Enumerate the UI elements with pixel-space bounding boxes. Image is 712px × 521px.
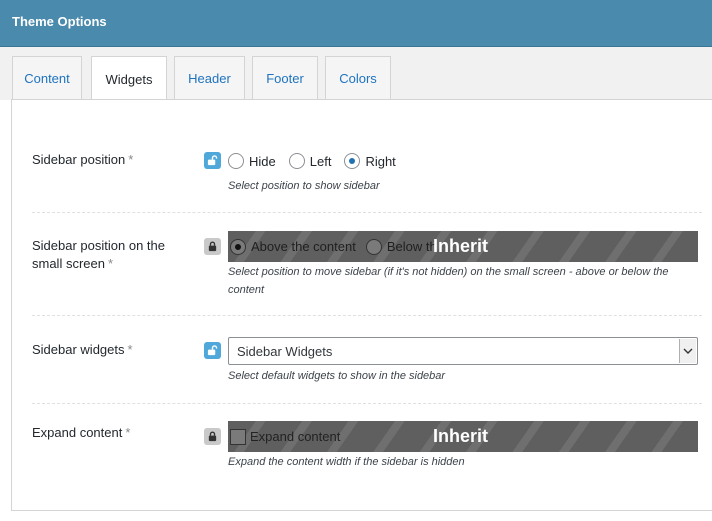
radio-label: Below th <box>386 239 437 254</box>
tabs-bar: Content Widgets Header Footer Colors <box>0 47 712 101</box>
expand-content-label: Expand content * <box>32 424 130 442</box>
tab-label: Colors <box>339 71 377 86</box>
sidebar-position-ss-radios: Above the content Below th <box>228 231 450 262</box>
inherit-overlay[interactable]: Expand content Inherit <box>228 421 698 452</box>
sidebar-position-label: Sidebar position * <box>32 151 133 169</box>
radio-label: Right <box>365 153 396 169</box>
title-bar: Theme Options <box>0 0 712 47</box>
sidebar-widgets-description: Select default widgets to show in the si… <box>228 370 446 382</box>
select-value: Sidebar Widgets <box>237 343 333 359</box>
label-line: Sidebar position on the <box>32 238 165 253</box>
sidebar-position-radios: Hide Left Right <box>228 152 409 170</box>
radio-label: Hide <box>249 153 276 169</box>
radio-left[interactable]: Left <box>288 153 332 169</box>
required-mark: * <box>127 342 133 357</box>
radio-label: Above the content <box>251 239 356 254</box>
expand-content-checkbox-row: Expand content <box>228 421 340 452</box>
radio-above-content[interactable]: Above the content <box>230 238 356 255</box>
chevron-down-icon[interactable] <box>679 339 696 363</box>
tab-header[interactable]: Header <box>174 56 245 100</box>
inherit-overlay[interactable]: Above the content Below th Inherit <box>228 231 698 262</box>
sidebar-position-description: Select position to show sidebar <box>228 180 380 192</box>
required-mark: * <box>107 256 114 271</box>
radio-label: Left <box>309 153 332 169</box>
row-divider <box>32 212 702 213</box>
tab-label: Content <box>24 71 70 86</box>
sidebar-position-ss-label: Sidebar position on the small screen * <box>32 237 165 273</box>
window-title: Theme Options <box>12 14 107 29</box>
unlock-icon[interactable] <box>204 342 221 359</box>
radio-circle[interactable] <box>228 153 244 169</box>
inherit-label: Inherit <box>433 236 489 256</box>
radio-circle[interactable] <box>365 238 382 255</box>
expand-content-checkbox[interactable] <box>230 428 246 445</box>
tab-widgets[interactable]: Widgets <box>91 56 167 101</box>
radio-right[interactable]: Right <box>344 153 396 169</box>
label-text: Sidebar widgets <box>32 342 125 357</box>
lock-icon[interactable] <box>204 428 221 445</box>
tab-label: Widgets <box>105 71 153 87</box>
radio-circle[interactable] <box>288 153 305 169</box>
description-line: content <box>228 284 265 296</box>
description-line: Select position to move sidebar (if it's… <box>228 266 669 278</box>
radio-below-content[interactable]: Below th <box>365 238 437 255</box>
tab-footer[interactable]: Footer <box>252 56 318 100</box>
lock-icon[interactable] <box>204 238 221 255</box>
radio-circle-selected[interactable] <box>230 238 246 255</box>
tab-colors[interactable]: Colors <box>325 56 391 100</box>
inherit-label: Inherit <box>433 426 489 446</box>
row-divider <box>32 403 702 404</box>
label-text: Expand content <box>32 425 123 440</box>
required-mark: * <box>128 152 134 167</box>
label-line: small screen <box>32 256 105 271</box>
tab-content[interactable]: Content <box>12 56 82 100</box>
sidebar-position-ss-description: Select position to move sidebar (if it's… <box>228 263 708 299</box>
expand-content-description: Expand the content width if the sidebar … <box>228 456 465 468</box>
sidebar-widgets-select[interactable]: Sidebar Widgets <box>228 337 698 365</box>
checkbox-label: Expand content <box>250 429 341 444</box>
radio-circle-selected[interactable] <box>344 153 361 169</box>
row-divider <box>32 315 702 316</box>
required-mark: * <box>125 425 131 440</box>
tab-label: Footer <box>266 71 304 86</box>
unlock-icon[interactable] <box>204 152 221 169</box>
sidebar-widgets-label: Sidebar widgets * <box>32 341 133 359</box>
radio-hide[interactable]: Hide <box>228 153 276 169</box>
tab-label: Header <box>188 71 231 86</box>
label-text: Sidebar position <box>32 152 126 167</box>
